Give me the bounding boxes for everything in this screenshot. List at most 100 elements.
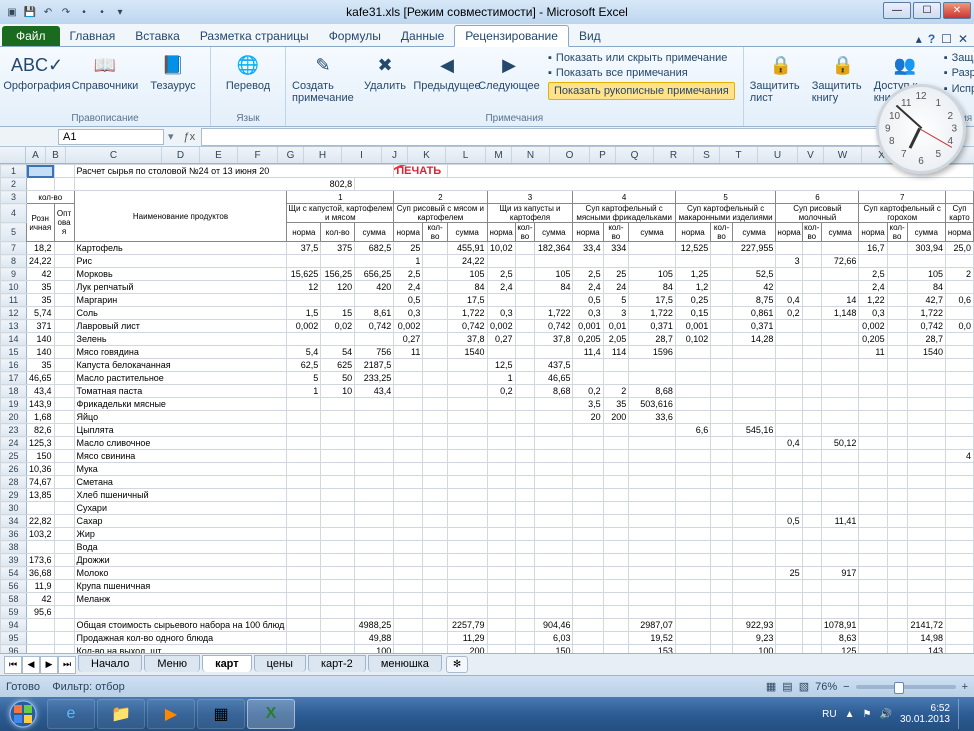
zoom-slider[interactable]: [856, 685, 956, 689]
ribbon-tab[interactable]: Разметка страницы: [190, 26, 319, 46]
column-header[interactable]: L: [446, 147, 486, 163]
taskbar-explorer[interactable]: 📁: [97, 699, 145, 729]
column-header[interactable]: M: [486, 147, 512, 163]
ribbon-tab[interactable]: Вид: [569, 26, 611, 46]
sheet-nav-prev[interactable]: ◀: [22, 656, 40, 674]
zoom-out-button[interactable]: −: [843, 681, 849, 693]
column-header[interactable]: B: [46, 147, 66, 163]
column-header[interactable]: A: [26, 147, 46, 163]
lang-indicator[interactable]: RU: [822, 709, 836, 720]
new-sheet-button[interactable]: ✻: [446, 656, 468, 673]
taskbar-app[interactable]: ▦: [197, 699, 245, 729]
qat-dropdown-icon[interactable]: ▾: [112, 4, 128, 20]
clock-gadget[interactable]: 12 3 6 9 1 2 4 5 7 8 10 11: [876, 84, 966, 174]
status-bar: Готово Фильтр: отбор ▦ ▤ ▧ 76% − +: [0, 675, 974, 697]
column-header[interactable]: E: [200, 147, 238, 163]
column-header[interactable]: N: [512, 147, 550, 163]
column-header[interactable]: T: [720, 147, 758, 163]
view-layout-icon[interactable]: ▤: [782, 680, 792, 693]
fx-icon[interactable]: ƒx: [178, 131, 202, 143]
group-comments: ✎Создать примечание✖Удалить◀Предыдущее▶С…: [286, 47, 744, 126]
ribbon-tab[interactable]: Формулы: [319, 26, 391, 46]
ribbon-button[interactable]: 🔒Защитить книгу: [812, 51, 874, 104]
view-pagebreak-icon[interactable]: ▧: [799, 680, 809, 693]
taskbar-media[interactable]: ▶: [147, 699, 195, 729]
sheet-nav-last[interactable]: ⏭: [58, 656, 76, 674]
ribbon-tab[interactable]: Данные: [391, 26, 454, 46]
help-icon[interactable]: ?: [928, 32, 935, 46]
sheet-tab[interactable]: Начало: [78, 655, 142, 672]
system-tray[interactable]: RU ▲ ⚑ 🔊 6:5230.01.2013: [822, 699, 974, 729]
sheet-tab[interactable]: менюшка: [368, 655, 442, 672]
ribbon-button[interactable]: ✎Создать примечание: [292, 51, 354, 104]
qat-icon[interactable]: •: [94, 4, 110, 20]
zoom-in-button[interactable]: +: [962, 681, 968, 693]
save-icon[interactable]: 💾: [22, 4, 38, 20]
name-box[interactable]: A1: [58, 129, 164, 145]
column-header[interactable]: C: [66, 147, 162, 163]
tray-icon[interactable]: ▲: [845, 709, 855, 720]
column-header[interactable]: R: [654, 147, 694, 163]
sheet-tab[interactable]: Меню: [144, 655, 200, 672]
column-header[interactable]: O: [550, 147, 590, 163]
ribbon-button[interactable]: 📖Справочники: [74, 51, 136, 92]
column-header[interactable]: U: [758, 147, 798, 163]
worksheet-close-icon[interactable]: ✕: [958, 32, 968, 46]
undo-icon[interactable]: ↶: [40, 4, 56, 20]
print-button[interactable]: ПЕЧАТЬ: [396, 165, 441, 177]
column-header[interactable]: G: [278, 147, 304, 163]
sheet-nav-first[interactable]: ⏮: [4, 656, 22, 674]
ribbon-button[interactable]: ABC✓Орфография: [6, 51, 68, 92]
worksheet-grid[interactable]: 1Расчет сырья по столовой №24 от 13 июня…: [0, 164, 974, 653]
ribbon-tab[interactable]: Рецензирование: [454, 25, 569, 47]
ribbon-item[interactable]: Показать рукописные примечания: [546, 81, 737, 101]
sheet-tab[interactable]: карт-2: [308, 655, 366, 672]
column-header[interactable]: P: [590, 147, 616, 163]
minimize-button[interactable]: —: [883, 2, 911, 19]
redo-icon[interactable]: ↷: [58, 4, 74, 20]
tray-icon[interactable]: ⚑: [863, 709, 872, 720]
ribbon-button[interactable]: ✖Удалить: [354, 51, 416, 104]
zoom-level[interactable]: 76%: [815, 681, 837, 693]
namebox-dropdown-icon[interactable]: ▾: [164, 130, 178, 143]
column-header[interactable]: D: [162, 147, 200, 163]
column-header[interactable]: H: [304, 147, 342, 163]
ribbon-item[interactable]: ▪Показать или скрыть примечание: [546, 51, 737, 65]
start-button[interactable]: [0, 697, 46, 731]
file-tab[interactable]: Файл: [2, 26, 60, 46]
ribbon-tab[interactable]: Главная: [60, 26, 126, 46]
ribbon-button[interactable]: 📘Тезаурус: [142, 51, 204, 92]
qat-icon[interactable]: •: [76, 4, 92, 20]
tray-icon[interactable]: 🔊: [879, 709, 891, 720]
ribbon-tab[interactable]: Вставка: [125, 26, 190, 46]
window-restore-icon[interactable]: ☐: [941, 32, 952, 46]
select-all-corner[interactable]: [0, 147, 26, 163]
ribbon-item[interactable]: ▪Показать все примечания: [546, 66, 737, 80]
view-normal-icon[interactable]: ▦: [766, 680, 776, 693]
close-button[interactable]: ✕: [943, 2, 971, 19]
column-header[interactable]: I: [342, 147, 382, 163]
column-header[interactable]: S: [694, 147, 720, 163]
taskbar-ie[interactable]: e: [47, 699, 95, 729]
taskbar-clock[interactable]: 6:5230.01.2013: [900, 703, 950, 725]
maximize-button[interactable]: ☐: [913, 2, 941, 19]
sheet-tab[interactable]: карт: [202, 655, 252, 672]
ribbon-item[interactable]: ▪Разрешить изменение диапазонов: [942, 66, 974, 80]
column-header[interactable]: W: [824, 147, 862, 163]
taskbar-excel[interactable]: X: [247, 699, 295, 729]
ribbon-button[interactable]: 🌐Перевод: [217, 51, 279, 92]
ribbon-item[interactable]: ▪Защитить книгу и дать общий доступ: [942, 51, 974, 65]
column-header[interactable]: J: [382, 147, 408, 163]
sheet-tab[interactable]: цены: [254, 655, 306, 672]
ribbon-minimize-icon[interactable]: ▴: [916, 32, 922, 46]
ribbon-button[interactable]: ◀Предыдущее: [416, 51, 478, 104]
sheet-nav-next[interactable]: ▶: [40, 656, 58, 674]
ribbon-button[interactable]: ▶Следующее: [478, 51, 540, 104]
column-header[interactable]: K: [408, 147, 446, 163]
column-header[interactable]: Q: [616, 147, 654, 163]
formula-input[interactable]: [201, 128, 956, 146]
show-desktop-button[interactable]: [958, 699, 968, 729]
ribbon-button[interactable]: 🔒Защитить лист: [750, 51, 812, 104]
column-header[interactable]: V: [798, 147, 824, 163]
column-header[interactable]: F: [238, 147, 278, 163]
